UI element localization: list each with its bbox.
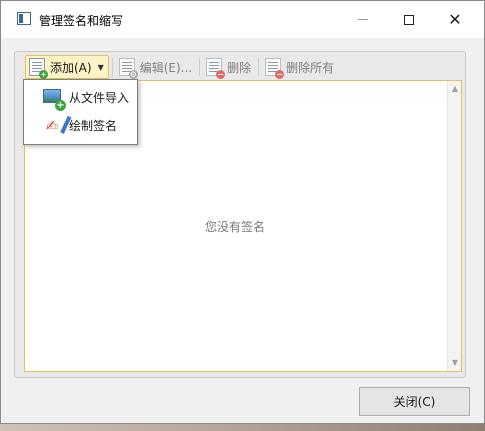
manage-signatures-dialog: 管理签名和缩写 ✕ + 添加(A) ▼ ⚙ 编辑(E)... − 删除 − 删除… <box>0 0 485 424</box>
edit-button[interactable]: ⚙ 编辑(E)... <box>116 55 196 79</box>
maximize-icon <box>404 14 414 25</box>
app-icon <box>17 12 31 25</box>
delete-button[interactable]: − 删除 <box>203 55 255 79</box>
edit-document-icon: ⚙ <box>118 58 138 79</box>
caret-down-icon[interactable]: ▼ <box>98 63 104 72</box>
toolbar-separator <box>199 58 201 76</box>
minimize-button[interactable] <box>340 1 386 38</box>
draw-signature-icon: ✍ <box>42 115 72 137</box>
add-dropdown-menu: + 从文件导入 ✍ 绘制签名 <box>23 79 138 145</box>
add-button[interactable]: + 添加(A) ▼ <box>25 55 109 79</box>
edit-button-label: 编辑(E)... <box>139 60 193 75</box>
close-window-button[interactable]: ✕ <box>432 1 478 38</box>
menu-item-draw-signature[interactable]: ✍ 绘制签名 <box>24 112 137 139</box>
scroll-up-arrow-icon[interactable]: ▲ <box>450 84 460 94</box>
delete-document-icon: − <box>206 58 226 79</box>
close-button[interactable]: 关闭(C) <box>359 387 470 416</box>
close-icon: ✕ <box>448 9 462 29</box>
delete-all-button[interactable]: − 删除所有 <box>262 55 338 79</box>
empty-list-message: 您没有签名 <box>204 220 265 234</box>
delete-all-document-icon: − <box>265 58 285 79</box>
add-document-icon: + <box>29 58 48 79</box>
toolbar: + 添加(A) ▼ ⚙ 编辑(E)... − 删除 − 删除所有 <box>25 55 455 79</box>
title-bar: 管理签名和缩写 ✕ <box>1 1 484 38</box>
delete-button-label: 删除 <box>227 60 252 75</box>
maximize-button[interactable] <box>386 1 432 38</box>
menu-item-import-from-file[interactable]: + 从文件导入 <box>24 84 137 111</box>
image-import-icon: + <box>42 87 66 111</box>
toolbar-separator <box>111 58 113 76</box>
menu-item-label: 绘制签名 <box>69 119 118 133</box>
window-title: 管理签名和缩写 <box>39 14 124 28</box>
minimize-icon <box>358 19 368 20</box>
scroll-down-arrow-icon[interactable]: ▼ <box>450 358 460 368</box>
vertical-scrollbar[interactable]: ▲ ▼ <box>447 81 461 371</box>
menu-item-label: 从文件导入 <box>69 91 130 105</box>
toolbar-separator <box>258 58 260 76</box>
add-button-label: 添加(A) <box>50 60 92 75</box>
delete-all-button-label: 删除所有 <box>286 60 335 75</box>
